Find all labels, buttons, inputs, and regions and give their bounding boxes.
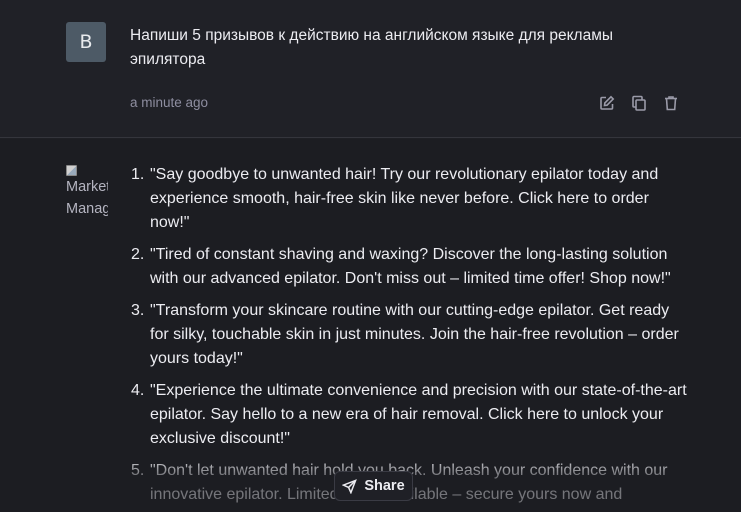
list-item-text: "Say goodbye to unwanted hair! Try our r… xyxy=(150,166,659,231)
send-icon xyxy=(342,478,358,494)
list-item-number: 4. xyxy=(131,382,145,399)
broken-image-icon xyxy=(66,165,77,176)
list-item: 2. "Tired of constant shaving and waxing… xyxy=(131,243,691,291)
edit-icon[interactable] xyxy=(598,94,616,112)
share-button[interactable]: Share xyxy=(334,471,413,501)
avatar-letter: B xyxy=(79,31,93,53)
list-item-number: 3. xyxy=(131,302,145,319)
copy-icon[interactable] xyxy=(630,94,648,112)
delete-icon[interactable] xyxy=(662,94,680,112)
assistant-reply: 1. "Say goodbye to unwanted hair! Try ou… xyxy=(131,163,691,512)
user-message: B Напиши 5 призывов к действию на англий… xyxy=(0,0,741,138)
list-item: 4. "Experience the ultimate convenience … xyxy=(131,379,691,451)
user-avatar: B xyxy=(66,22,106,62)
share-label: Share xyxy=(364,478,405,494)
list-item: 1. "Say goodbye to unwanted hair! Try ou… xyxy=(131,163,691,235)
message-actions xyxy=(598,94,680,112)
list-item-text: "Tired of constant shaving and waxing? D… xyxy=(150,246,671,287)
list-item-text: "Experience the ultimate convenience and… xyxy=(150,382,687,447)
message-timestamp: a minute ago xyxy=(130,95,209,110)
list-item-number: 1. xyxy=(131,166,145,183)
user-prompt-text: Напиши 5 призывов к действию на английск… xyxy=(130,27,614,68)
assistant-avatar: Marketing Manager xyxy=(66,163,108,227)
list-item-text: "Transform your skincare routine with ou… xyxy=(150,302,679,367)
list-item-text: "Don't let unwanted hair hold you back. … xyxy=(150,462,668,503)
list-item: 3. "Transform your skincare routine with… xyxy=(131,299,691,371)
list-item-number: 2. xyxy=(131,246,145,263)
assistant-avatar-alt: Marketing Manager xyxy=(66,179,108,217)
list-item-number: 5. xyxy=(131,462,145,479)
assistant-message: Marketing Manager 1. "Say goodbye to unw… xyxy=(0,139,741,512)
cta-list: 1. "Say goodbye to unwanted hair! Try ou… xyxy=(131,163,691,507)
